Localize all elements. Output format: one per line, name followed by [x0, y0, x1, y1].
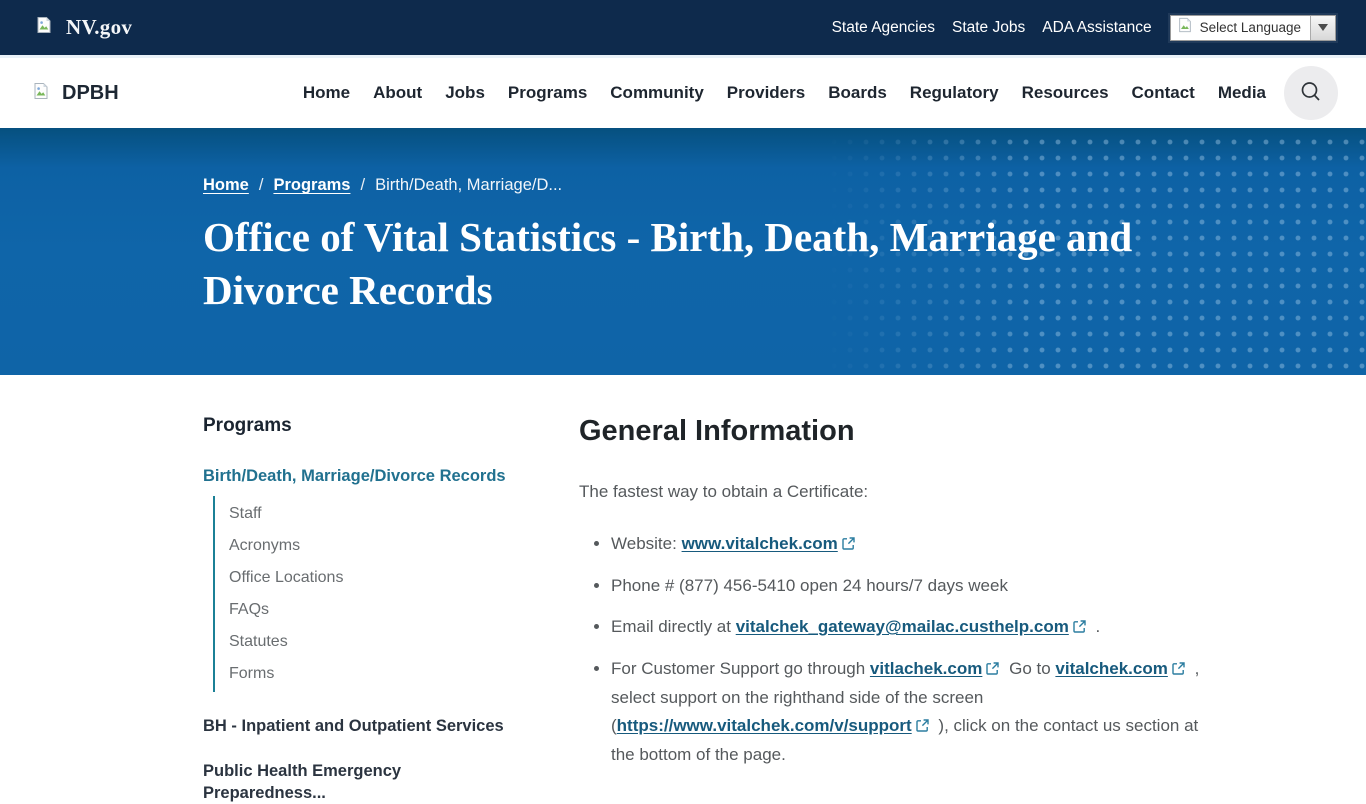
- dpbh-logo-link[interactable]: DPBH: [32, 82, 119, 105]
- topbar-link-state-jobs[interactable]: State Jobs: [952, 19, 1025, 37]
- breadcrumb-current: Birth/Death, Marriage/D...: [375, 176, 563, 194]
- page-title: Office of Vital Statistics - Birth, Deat…: [203, 214, 1133, 314]
- breadcrumb-link-home[interactable]: Home: [203, 176, 249, 195]
- sidebar-sub-item: Statutes: [215, 626, 515, 658]
- nav-link-boards[interactable]: Boards: [828, 83, 887, 103]
- sidebar-link-office-locations[interactable]: Office Locations: [215, 562, 515, 594]
- sidebar-heading: Programs: [203, 415, 292, 436]
- sidebar-other-list: BH - Inpatient and Outpatient Services Pu…: [203, 716, 515, 804]
- nvgov-logo-link[interactable]: NV.gov: [35, 15, 132, 40]
- sidebar-link-acronyms[interactable]: Acronyms: [215, 530, 515, 562]
- nvgov-brand-text: NV.gov: [66, 15, 133, 39]
- nav-link-regulatory[interactable]: Regulatory: [910, 83, 999, 103]
- language-selector-label: Select Language: [1199, 20, 1301, 35]
- breadcrumb-separator: /: [258, 176, 264, 194]
- sidebar-sub-item: Forms: [215, 658, 515, 690]
- broken-image-icon: [32, 82, 50, 105]
- bullet-text: For Customer Support go through: [611, 659, 870, 679]
- nav-items: Home About Jobs Programs Community Providers B…: [303, 83, 1266, 103]
- sidebar-link-statutes[interactable]: Statutes: [215, 626, 515, 658]
- sidebar-sub-list: Staff Acronyms Office Locations FAQs Statute…: [213, 496, 515, 692]
- nav-link-community[interactable]: Community: [610, 83, 704, 103]
- sidebar-link-faqs[interactable]: FAQs: [215, 594, 515, 626]
- bullet-item: Phone # (877) 456-5410 open 24 hours/7 d…: [611, 572, 1219, 600]
- dpbh-brand-text: DPBH: [62, 81, 119, 104]
- external-link-icon: [1172, 656, 1185, 684]
- sidebar-sub-item: FAQs: [215, 594, 515, 626]
- nav-link-home[interactable]: Home: [303, 83, 350, 103]
- hero-banner: Home / Programs / Birth/Death, Marriage/D...…: [0, 128, 1366, 375]
- bullet-text: Go to: [1004, 659, 1056, 679]
- language-selector[interactable]: Select Language: [1169, 14, 1336, 41]
- bullet-item: Website: www.vitalchek.com: [611, 530, 1219, 559]
- nav-link-about[interactable]: About: [373, 83, 422, 103]
- sidebar-item-bh-inpatient-and-outpatient-services[interactable]: BH - Inpatient and Outpatient Services: [203, 716, 515, 737]
- body-link[interactable]: vitlachek.com: [870, 659, 982, 678]
- nav-link-jobs[interactable]: Jobs: [445, 83, 485, 103]
- body-link[interactable]: vitalchek_gateway@mailac.custhelp.com: [736, 617, 1069, 636]
- info-bullet-list: Website: www.vitalchek.com Phone # (877) …: [579, 530, 1219, 769]
- sidebar-link-staff[interactable]: Staff: [215, 498, 515, 530]
- bullet-text: Phone # (877) 456-5410 open 24 hours/7 d…: [611, 576, 1008, 596]
- bullet-item: For Customer Support go through vitlache…: [611, 655, 1219, 769]
- external-link-icon: [1073, 614, 1086, 642]
- external-link-icon: [842, 531, 855, 559]
- breadcrumb: Home / Programs / Birth/Death, Marriage/D...: [203, 176, 1216, 195]
- broken-image-icon: [35, 16, 53, 39]
- nav-link-media[interactable]: Media: [1218, 83, 1266, 103]
- nav-link-resources[interactable]: Resources: [1022, 83, 1109, 103]
- topbar-link-state-agencies[interactable]: State Agencies: [832, 19, 935, 37]
- language-selector-main: Select Language: [1171, 16, 1310, 40]
- body-link[interactable]: https://www.vitalchek.com/v/support: [617, 716, 912, 735]
- external-link-icon: [986, 656, 1000, 684]
- breadcrumb-separator: /: [360, 176, 366, 194]
- topbar: NV.gov State Agencies State Jobs ADA Assis…: [0, 0, 1366, 55]
- sidebar-item-birth-death-records[interactable]: Birth/Death, Marriage/Divorce Records: [203, 467, 515, 486]
- search-icon: [1299, 80, 1323, 107]
- bullet-text: Email directly at: [611, 617, 736, 637]
- section-heading: General Information: [579, 415, 855, 447]
- bullet-text: Website:: [611, 534, 682, 553]
- sidebar-sub-item: Acronyms: [215, 530, 515, 562]
- nav-link-contact[interactable]: Contact: [1132, 83, 1195, 103]
- nav-link-providers[interactable]: Providers: [727, 83, 805, 103]
- sidebar-link-forms[interactable]: Forms: [215, 658, 515, 690]
- breadcrumb-link-programs[interactable]: Programs: [273, 176, 350, 195]
- sidebar-sub-item: Office Locations: [215, 562, 515, 594]
- topbar-link-ada-assistance[interactable]: ADA Assistance: [1042, 19, 1151, 37]
- main-content: General Information The fastest way to o…: [579, 415, 1219, 804]
- nav-link-programs[interactable]: Programs: [508, 83, 587, 103]
- intro-text: The fastest way to obtain a Certificate:: [579, 482, 869, 501]
- body-link[interactable]: vitalchek.com: [1055, 659, 1167, 678]
- sidebar: Programs Birth/Death, Marriage/Divorce R…: [203, 415, 515, 804]
- sidebar-sub-item: Staff: [215, 498, 515, 530]
- bullet-text: .: [1090, 617, 1101, 637]
- external-link-icon: [916, 713, 929, 741]
- content-area: Programs Birth/Death, Marriage/Divorce R…: [0, 375, 1366, 804]
- topbar-links: State Agencies State Jobs ADA Assistance: [815, 19, 1152, 37]
- broken-image-icon: [1177, 17, 1193, 38]
- language-dropdown-arrow-icon[interactable]: [1310, 15, 1335, 40]
- body-link[interactable]: www.vitalchek.com: [682, 534, 838, 553]
- search-button[interactable]: [1284, 66, 1338, 120]
- bullet-item: Email directly at vitalchek_gateway@mail…: [611, 613, 1219, 642]
- main-nav: DPBH Home About Jobs Programs Community Provi…: [0, 55, 1366, 128]
